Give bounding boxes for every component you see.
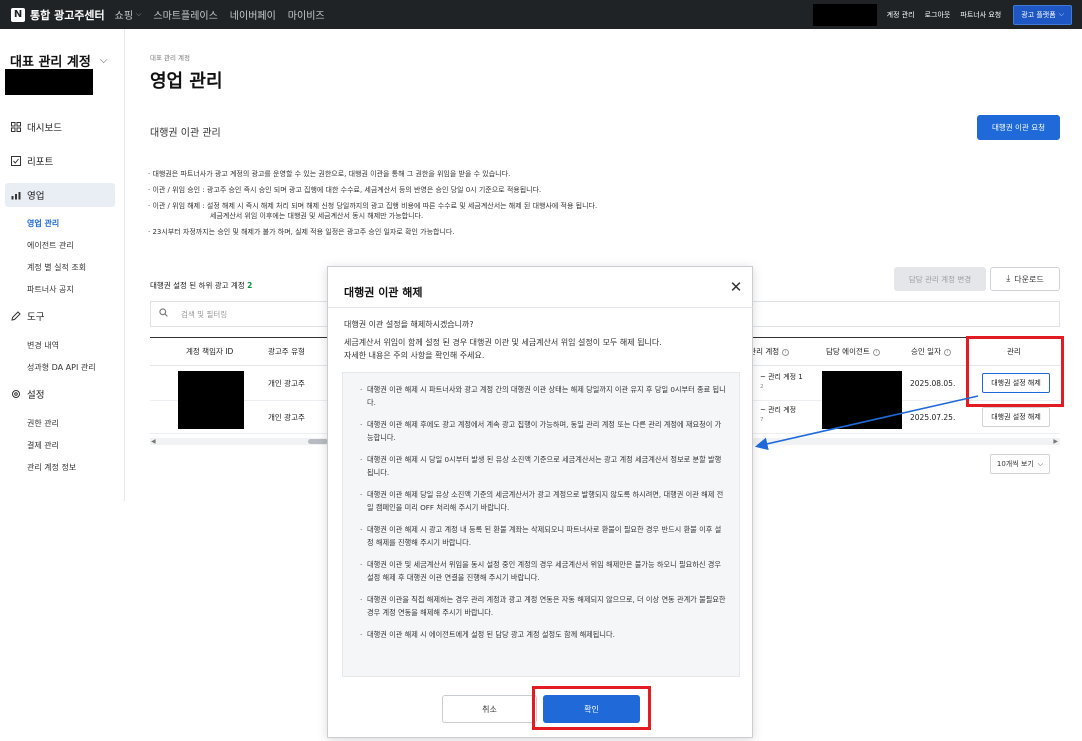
release-transfer-button-row1[interactable]: 대행권 설정 해제 xyxy=(982,373,1050,393)
partner-request-link[interactable]: 파트너사 요청 xyxy=(960,10,1001,20)
report-icon xyxy=(11,156,21,166)
chevron-down-icon: ⌵ xyxy=(99,55,108,66)
scroll-left-icon[interactable]: ◀ xyxy=(151,438,156,445)
caution-item: 대행권 이관 해제 당일 유상 소진액 기준의 세금계산서가 광고 계정으로 발… xyxy=(360,488,727,514)
info-icon: i xyxy=(943,348,951,356)
header-owner-id: 계정 책임자 ID xyxy=(186,347,234,356)
notice-item-continued: 세금계산서 위임 이후에는 대행권 및 세금계산서 동시 해제만 가능합니다. xyxy=(210,212,424,220)
page-title: 영업 관리 xyxy=(150,71,223,92)
release-transfer-button-row2[interactable]: 대행권 설정 해제 xyxy=(982,407,1050,427)
pencil-icon xyxy=(11,311,21,321)
cell-approval-date: 2025.07.25. xyxy=(910,412,956,422)
header-approval-date: 승인 일자 i xyxy=(911,346,951,357)
top-navigation-bar: N 통합 광고주센터 쇼핑 ⌵ 스마트플레이스 네이버페이 마이비즈 계정 관리 … xyxy=(0,0,1082,29)
cell-advertiser-type: 개인 광고주 xyxy=(268,412,305,422)
caution-box: 대행권 이관 해제 시 파트너사와 광고 계정 간의 대행권 이관 상태는 해제… xyxy=(342,372,740,677)
cell-approval-date: 2025.08.05. xyxy=(910,378,956,388)
caution-item: 대행권 이관 및 세금계산서 위임을 동시 설정 중인 계정의 경우 세금계산서… xyxy=(360,558,727,584)
release-transfer-modal: 대행권 이관 해제 ✕ 대행권 이관 설정을 해제하시겠습니까? 세금계산서 위… xyxy=(327,266,754,738)
cell-advertiser-type: 개인 광고주 xyxy=(268,378,305,388)
cancel-button[interactable]: 취소 xyxy=(442,695,537,723)
info-icon: i xyxy=(782,348,790,356)
sidebar: 대표 관리 계정 ⌵ 대시보드 리포트 영업 영업 관리 에이전트 관리 계정 별… xyxy=(0,29,125,501)
download-icon: ⤓ xyxy=(1006,274,1011,284)
account-selector[interactable]: 대표 관리 계정 ⌵ xyxy=(10,51,107,70)
notice-item: · 이관 / 위임 해제 : 설정 해제 시 즉시 해제 처리 되며 해제 신청… xyxy=(148,202,598,210)
redacted-agents xyxy=(822,371,902,429)
cell-manager-account: ~ 관리 계정 7 xyxy=(760,406,797,423)
cell-manager-account: ~ 관리 계정 12 xyxy=(760,373,803,390)
section-title: 대행권 이관 관리 xyxy=(150,128,221,139)
topnav-item-smartplace[interactable]: 스마트플레이스 xyxy=(153,7,217,22)
topnav-item-shopping[interactable]: 쇼핑 ⌵ xyxy=(115,7,142,22)
gear-icon xyxy=(11,389,21,399)
chevron-down-icon: ⌵ xyxy=(1037,459,1044,468)
redacted-user-name xyxy=(812,3,877,26)
search-icon xyxy=(159,308,168,320)
logout-link[interactable]: 로그아웃 xyxy=(925,10,951,20)
notice-item: · 이관 / 위임 승인 : 광고주 승인 즉시 승인 되며 광고 집행에 대한… xyxy=(148,186,542,194)
sidebar-menu: 대시보드 리포트 영업 영업 관리 에이전트 관리 계정 별 실적 조회 파트너… xyxy=(0,115,125,478)
sales-icon xyxy=(11,190,21,200)
sidebar-subitem-agent-manage[interactable]: 에이전트 관리 xyxy=(0,234,125,256)
caution-item: 대행권 이관 해제 시 당일 0시부터 발생 된 유상 소진액 기준으로 세금계… xyxy=(360,453,727,479)
sidebar-item-report[interactable]: 리포트 xyxy=(5,149,115,173)
naver-logo-icon[interactable]: N xyxy=(11,7,25,22)
top-right-links: 계정 관리 로그아웃 파트너사 요청 광고 플랫폼 ⌵ xyxy=(812,0,1072,29)
sidebar-subitem-permissions[interactable]: 권한 관리 xyxy=(0,412,125,434)
download-button[interactable]: ⤓ 다운로드 xyxy=(990,267,1060,291)
header-manage: 관리 xyxy=(1007,347,1021,356)
notice-list: · 대행권은 파트너사가 광고 계정의 광고를 운영할 수 있는 권한으로, 대… xyxy=(148,169,668,243)
sidebar-subitem-partner-notice[interactable]: 파트너사 공지 xyxy=(0,278,125,300)
redacted-owner-ids xyxy=(178,371,244,429)
change-manager-account-button: 담당 관리 계정 변경 xyxy=(894,267,986,291)
scroll-right-icon[interactable]: ▶ xyxy=(1053,438,1058,445)
close-icon[interactable]: ✕ xyxy=(728,279,744,295)
caution-item: 대행권 이관 해제 시 파트너사와 광고 계정 간의 대행권 이관 상태는 해제… xyxy=(360,383,727,409)
chevron-down-icon: ⌵ xyxy=(136,10,142,18)
sidebar-subitem-account-performance[interactable]: 계정 별 실적 조회 xyxy=(0,256,125,278)
breadcrumb: 대표 관리 계정 xyxy=(150,54,191,62)
topnav-item-naverpay[interactable]: 네이버페이 xyxy=(230,7,276,22)
caution-item: 대행권 이관 해제 시 광고 계정 내 등록 된 환불 계좌는 삭제되오니 파트… xyxy=(360,523,727,549)
request-transfer-button[interactable]: 대행권 이관 요청 xyxy=(977,115,1060,140)
sidebar-item-settings[interactable]: 설정 xyxy=(5,382,115,406)
sidebar-item-tools[interactable]: 도구 xyxy=(5,304,115,328)
subaccount-count: 2 xyxy=(247,281,253,290)
account-manage-link[interactable]: 계정 관리 xyxy=(887,10,915,20)
sidebar-item-sales[interactable]: 영업 xyxy=(5,183,115,207)
caution-item: 대행권 이관 해제 시 에이전트에게 설정 된 담당 광고 계정 설정도 함께 … xyxy=(360,628,727,641)
modal-divider xyxy=(328,307,754,308)
notice-item: · 대행권은 파트너사가 광고 계정의 광고를 운영할 수 있는 권한으로, 대… xyxy=(148,170,511,178)
sidebar-subitem-sales-manage[interactable]: 영업 관리 xyxy=(0,212,125,234)
redacted-account-id xyxy=(5,69,93,95)
caution-item: 대행권 이관을 직접 해제하는 경우 관리 계정과 광고 계정 연동은 자동 해… xyxy=(360,593,727,619)
confirm-button[interactable]: 확인 xyxy=(543,695,640,723)
brand-title[interactable]: 통합 광고주센터 xyxy=(30,7,105,23)
chevron-down-icon: ⌵ xyxy=(1058,10,1064,18)
sidebar-subitem-da-api[interactable]: 성과형 DA API 관리 xyxy=(0,356,125,378)
header-advertiser-type: 광고주 유형 xyxy=(268,347,305,356)
modal-title: 대행권 이관 해제 xyxy=(344,286,423,299)
topnav-item-mybiz[interactable]: 마이비즈 xyxy=(288,7,325,22)
subaccount-count-label: 대행권 설정 된 하위 광고 계정 2 xyxy=(150,281,253,290)
info-icon: i xyxy=(872,348,880,356)
header-agent: 담당 에이전트 i xyxy=(826,346,880,357)
sidebar-item-dashboard[interactable]: 대시보드 xyxy=(5,115,115,139)
sidebar-subitem-payment[interactable]: 결제 관리 xyxy=(0,434,125,456)
caution-item: 대행권 이관 해제 후에도 광고 계정에서 계속 광고 집행이 가능하며, 동일… xyxy=(360,418,727,444)
per-page-select[interactable]: 10개씩 보기 ⌵ xyxy=(990,454,1050,474)
sidebar-subitem-change-history[interactable]: 변경 내역 xyxy=(0,334,125,356)
dashboard-icon xyxy=(11,122,21,132)
modal-intro: 대행권 이관 설정을 해제하시겠습니까? 세금계산서 위임이 함께 설정 된 경… xyxy=(344,320,662,360)
ad-platform-button[interactable]: 광고 플랫폼 ⌵ xyxy=(1013,4,1072,25)
notice-item: · 23시부터 자정까지는 승인 및 해제가 불가 하며, 실제 적용 일정은 … xyxy=(148,228,455,236)
scroll-thumb[interactable] xyxy=(308,439,328,444)
sidebar-subitem-account-info[interactable]: 관리 계정 정보 xyxy=(0,456,125,478)
